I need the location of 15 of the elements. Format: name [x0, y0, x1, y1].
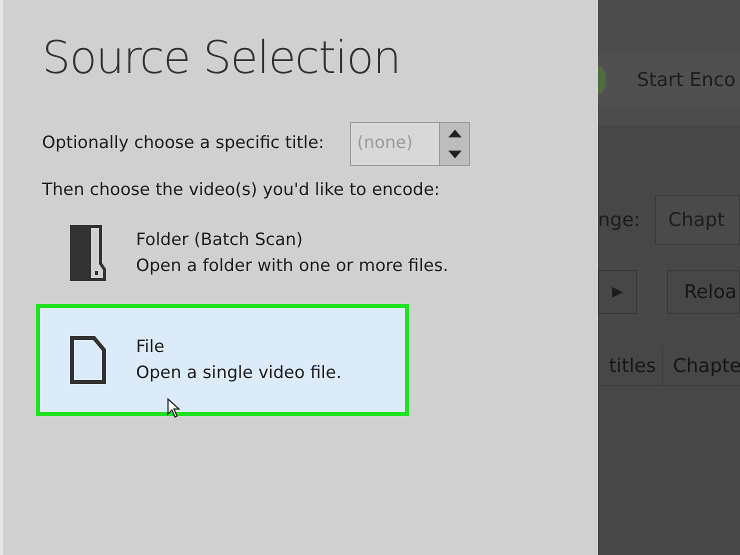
start-icon[interactable] — [598, 65, 606, 95]
option-description: Open a single video file. — [136, 362, 342, 384]
prompt-text: Then choose the video(s) you'd like to encode: — [42, 179, 441, 202]
option-title: Folder (Batch Scan) — [136, 228, 304, 252]
mouse-cursor-icon — [167, 398, 181, 418]
file-icon — [70, 336, 106, 384]
prompt-text: Optionally choose a specific title: — [42, 132, 324, 156]
dialog-title: Source Selection — [42, 30, 402, 86]
folder-icon — [70, 224, 106, 280]
play-button[interactable]: ▶ — [598, 270, 637, 314]
source-option[interactable]: Folder (Batch Scan) Open a folder with one or more files. — [36, 218, 516, 288]
title-spinner[interactable]: (none) — [350, 122, 470, 166]
source-option[interactable]: File Open a single video file. — [36, 304, 409, 416]
option-title: File — [136, 336, 166, 358]
option-description: Open a folder with one or more files. — [136, 254, 448, 278]
